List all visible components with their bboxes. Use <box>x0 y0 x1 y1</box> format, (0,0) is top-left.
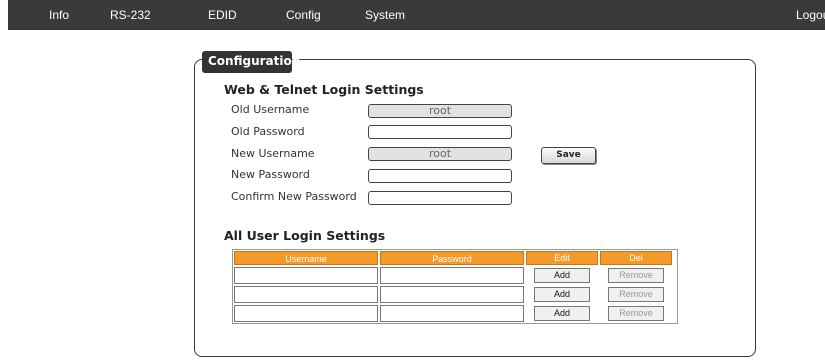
top-nav-bar: Info RS-232 EDID Config System Logou <box>8 0 825 30</box>
table-header-row: Username Password Edit Del <box>233 250 677 266</box>
edit-cell: Add <box>526 267 598 284</box>
del-cell: Remove <box>600 305 672 322</box>
password-input[interactable] <box>380 305 524 322</box>
remove-button[interactable]: Remove <box>608 268 664 283</box>
column-header-edit: Edit <box>526 251 598 265</box>
column-header-password: Password <box>380 251 524 265</box>
user-login-table: Username Password Edit Del Add Remove Ad… <box>232 249 678 324</box>
new-username-label: New Username <box>231 147 315 160</box>
new-username-field: root <box>368 147 512 161</box>
add-button[interactable]: Add <box>534 287 590 302</box>
nav-item-config[interactable]: Config <box>286 8 321 22</box>
new-password-label: New Password <box>231 168 310 181</box>
all-user-section-title: All User Login Settings <box>224 228 386 243</box>
remove-button[interactable]: Remove <box>608 287 664 302</box>
del-cell: Remove <box>600 286 672 303</box>
password-input[interactable] <box>380 286 524 303</box>
column-header-username: Username <box>234 251 378 265</box>
new-password-field[interactable] <box>368 169 512 183</box>
logout-link[interactable]: Logou <box>796 8 825 22</box>
nav-item-system[interactable]: System <box>365 8 405 22</box>
old-username-label: Old Username <box>231 103 310 116</box>
remove-button[interactable]: Remove <box>608 306 664 321</box>
confirm-password-field[interactable] <box>368 191 512 205</box>
old-password-label: Old Password <box>231 125 305 138</box>
web-telnet-section-title: Web & Telnet Login Settings <box>224 82 424 97</box>
edit-cell: Add <box>526 286 598 303</box>
edit-cell: Add <box>526 305 598 322</box>
nav-item-rs232[interactable]: RS-232 <box>110 8 151 22</box>
panel-title: Configuration <box>202 51 300 73</box>
nav-item-info[interactable]: Info <box>49 8 69 22</box>
username-input[interactable] <box>234 267 378 284</box>
username-input[interactable] <box>234 286 378 303</box>
password-input[interactable] <box>380 267 524 284</box>
confirm-password-label: Confirm New Password <box>231 190 357 203</box>
old-password-field[interactable] <box>368 125 512 139</box>
table-row: Add Remove <box>233 304 677 323</box>
save-button[interactable]: Save <box>541 147 596 164</box>
del-cell: Remove <box>600 267 672 284</box>
table-row: Add Remove <box>233 266 677 285</box>
column-header-del: Del <box>600 251 672 265</box>
add-button[interactable]: Add <box>534 306 590 321</box>
add-button[interactable]: Add <box>534 268 590 283</box>
nav-item-edid[interactable]: EDID <box>208 8 237 22</box>
table-row: Add Remove <box>233 285 677 304</box>
old-username-field: root <box>368 104 512 118</box>
username-input[interactable] <box>234 305 378 322</box>
